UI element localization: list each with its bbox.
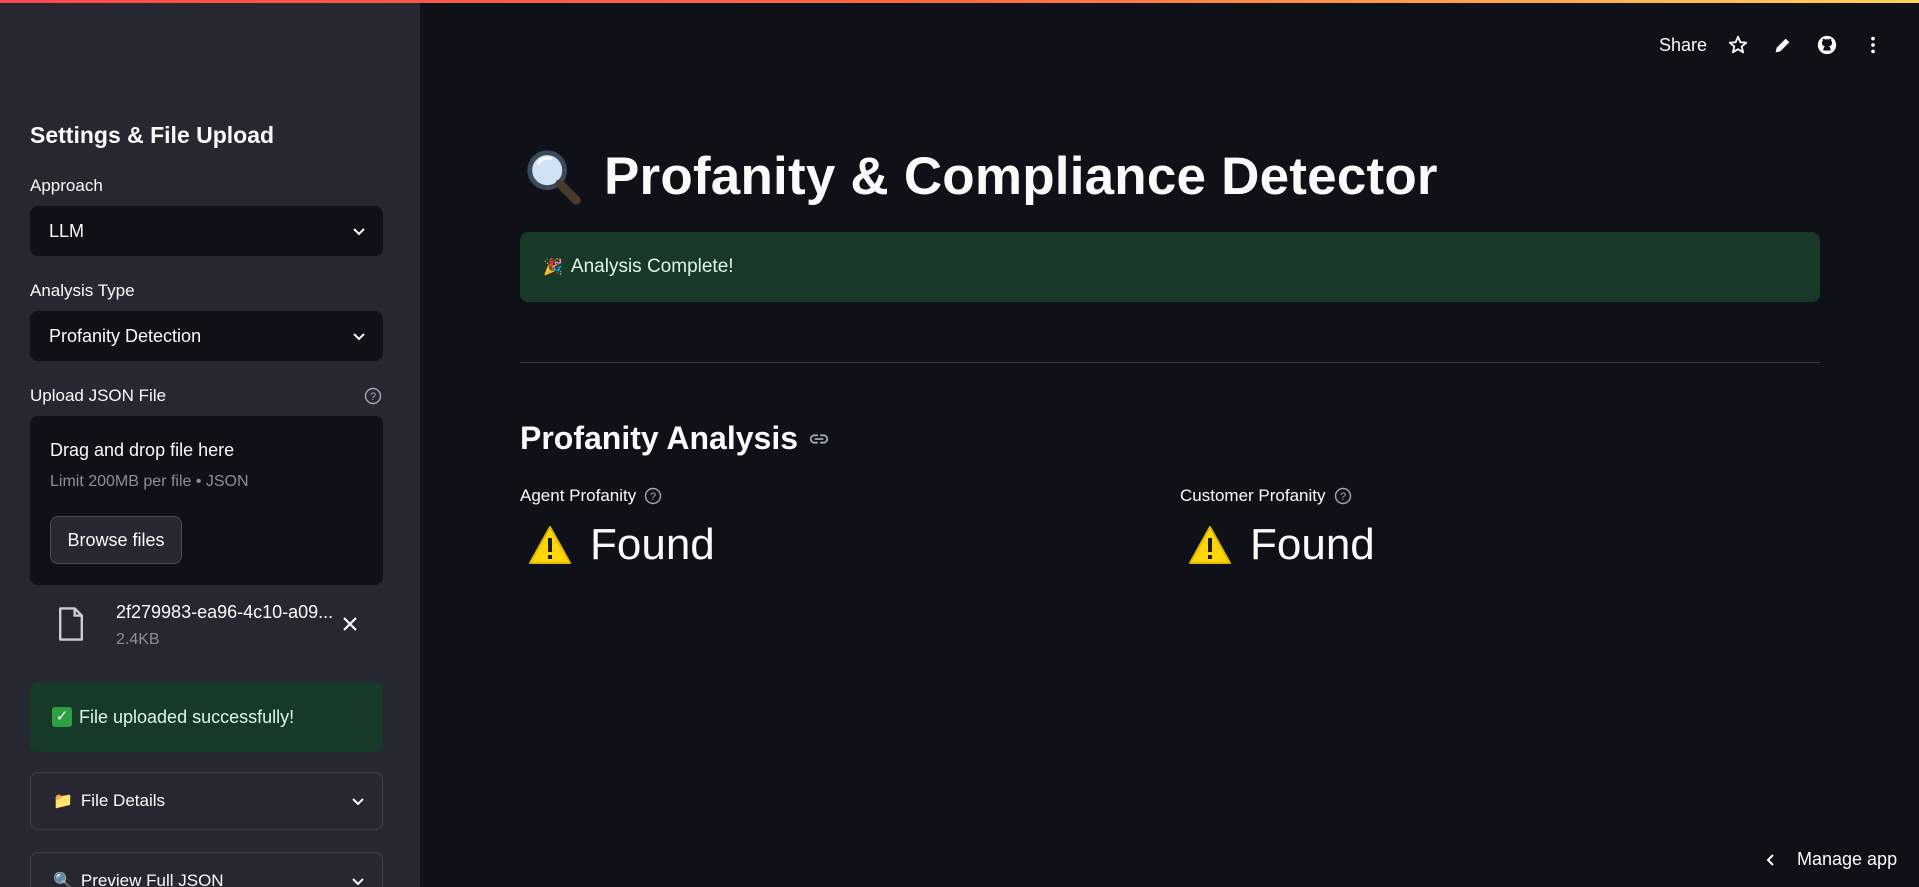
- file-details-label: File Details: [80, 791, 166, 810]
- approach-value: LLM: [49, 220, 85, 241]
- pencil-icon[interactable]: [1772, 34, 1794, 56]
- help-icon[interactable]: ?: [364, 387, 382, 405]
- magnifier-icon: [527, 150, 581, 205]
- customer-profanity-value: Found: [1188, 520, 1375, 570]
- folder-icon: 📁: [53, 793, 73, 810]
- warning-icon: [1189, 526, 1231, 564]
- agent-profanity-value-text: Found: [590, 520, 715, 569]
- page-title-text: Profanity & Compliance Detector: [604, 146, 1438, 206]
- customer-profanity-label: Customer Profanity ?: [1180, 486, 1352, 506]
- analysis-type-value: Profanity Detection: [49, 325, 202, 346]
- preview-json-expander[interactable]: 🔍 Preview Full JSON: [30, 852, 383, 887]
- svg-text:?: ?: [650, 491, 656, 503]
- link-icon[interactable]: [808, 428, 830, 450]
- dropzone-subtitle: Limit 200MB per file • JSON: [50, 473, 249, 490]
- analysis-type-label: Analysis Type: [30, 281, 135, 300]
- browse-files-button[interactable]: Browse files: [50, 516, 182, 564]
- customer-profanity-label-text: Customer Profanity: [1180, 486, 1326, 505]
- file-icon: [59, 607, 83, 641]
- help-icon[interactable]: ?: [1334, 487, 1352, 505]
- agent-profanity-value: Found: [528, 520, 715, 570]
- manage-app-label: Manage app: [1797, 849, 1898, 869]
- analysis-complete-alert: 🎉 Analysis Complete!: [520, 232, 1820, 302]
- share-button[interactable]: Share: [1659, 35, 1707, 56]
- warning-icon: [529, 526, 571, 564]
- chevron-down-icon: [352, 878, 364, 886]
- svg-text:?: ?: [1339, 491, 1345, 503]
- chevron-down-icon: [352, 798, 364, 806]
- svg-text:?: ?: [370, 391, 376, 403]
- analysis-complete-text: Analysis Complete!: [570, 256, 734, 277]
- approach-label: Approach: [30, 176, 103, 195]
- sidebar: Settings & File Upload Approach LLM Anal…: [0, 0, 420, 887]
- approach-select[interactable]: LLM: [30, 206, 383, 256]
- section-title: Profanity Analysis: [520, 420, 830, 457]
- help-icon[interactable]: ?: [644, 487, 662, 505]
- customer-profanity-value-text: Found: [1250, 520, 1375, 569]
- file-name: 2f279983-ea96-4c10-a09...: [116, 602, 334, 622]
- star-icon[interactable]: [1727, 34, 1749, 56]
- magnifier-icon: 🔍: [53, 873, 73, 887]
- divider: [520, 362, 1820, 363]
- sidebar-title: Settings & File Upload: [30, 122, 275, 148]
- file-details-expander[interactable]: 📁 File Details: [30, 772, 383, 830]
- uploaded-file: 2f279983-ea96-4c10-a09... 2.4KB: [56, 600, 386, 650]
- section-title-text: Profanity Analysis: [520, 420, 799, 456]
- upload-label: Upload JSON File: [30, 386, 167, 405]
- dropzone-title: Drag and drop file here: [50, 440, 235, 460]
- check-icon: ✓: [52, 707, 72, 727]
- chevron-down-icon: [353, 333, 365, 341]
- upload-success-text: File uploaded successfully!: [79, 706, 295, 727]
- github-icon[interactable]: [1816, 34, 1838, 56]
- top-decoration-bar: [0, 0, 1919, 3]
- chevron-down-icon: [353, 228, 365, 236]
- chevron-left-icon: [1766, 853, 1774, 866]
- page-title: Profanity & Compliance Detector: [522, 145, 1438, 207]
- analysis-type-select[interactable]: Profanity Detection: [30, 311, 383, 361]
- upload-success-alert: ✓ File uploaded successfully!: [30, 682, 383, 752]
- file-dropzone[interactable]: Drag and drop file here Limit 200MB per …: [30, 416, 383, 585]
- agent-profanity-label-text: Agent Profanity: [520, 486, 637, 505]
- file-size: 2.4KB: [116, 631, 160, 648]
- manage-app-button[interactable]: Manage app: [1763, 849, 1897, 870]
- party-popper-icon: 🎉: [543, 259, 563, 276]
- close-icon[interactable]: [340, 614, 360, 634]
- agent-profanity-label: Agent Profanity ?: [520, 486, 662, 506]
- preview-json-label: Preview Full JSON: [80, 871, 224, 887]
- more-vert-icon[interactable]: [1862, 34, 1884, 56]
